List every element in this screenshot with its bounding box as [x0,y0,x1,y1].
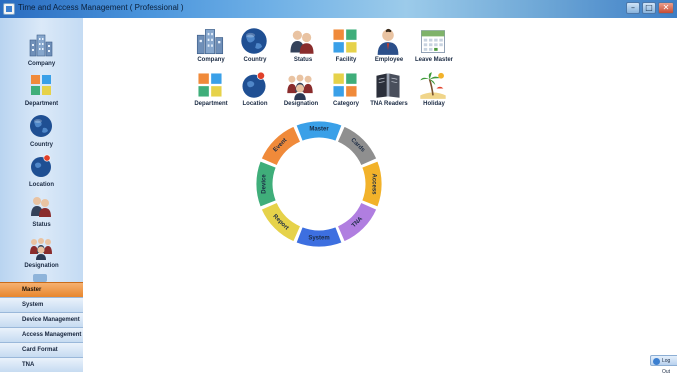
sidebar: Company Department Country Location Stat… [0,18,83,372]
designation-group-icon [30,238,52,260]
sidebar-item-status[interactable]: Status [0,193,83,233]
logout-label: Log Out [662,358,671,375]
nav-access-management[interactable]: Access Management [0,327,83,342]
tna-readers-book-icon [376,73,400,98]
wheel-label-system: System [308,236,329,242]
location-globe-pin-icon [31,154,51,177]
company-building-icon [29,34,53,57]
wheel-label-device: Device [262,174,268,194]
sidebar-item-company[interactable]: Company [0,32,83,72]
sidebar-item-label: Department [24,101,59,107]
sidebar-item-location[interactable]: Location [0,153,83,193]
country-globe-icon [241,28,267,54]
toolbar-label: Leave Master [414,57,454,63]
holiday-beach-icon [420,72,446,99]
close-button[interactable]: ✕ [658,2,674,14]
country-globe-icon [30,115,52,137]
minimize-button[interactable]: – [626,2,640,14]
toolbar-leave-master-button[interactable]: Leave Master [404,26,464,66]
sidebar-item-label: Location [29,182,54,188]
category-blocks-icon [333,73,357,97]
sidebar-item-department[interactable]: Department [0,72,83,112]
department-blocks-icon [31,75,51,95]
nav-device-management[interactable]: Device Management [0,312,83,327]
company-building-icon [196,29,224,55]
leave-calendar-icon [421,30,445,53]
facility-blocks-icon [333,29,357,53]
nav-card-format[interactable]: Card Format [0,342,83,357]
designation-group-icon [287,74,313,100]
nav-system[interactable]: System [0,297,83,312]
wheel-label-master: Master [309,127,329,133]
logout-button[interactable]: Log Out [650,355,677,375]
logout-icon [653,358,660,365]
department-blocks-icon [198,73,222,97]
maximize-button[interactable]: □ [642,2,656,14]
status-people-icon [290,30,314,54]
sidebar-item-label: Status [32,222,51,228]
nav-tna[interactable]: TNA [0,357,83,372]
wheel-center [274,139,364,229]
sidebar-item-label: Designation [24,263,59,269]
toolbar-holiday-button[interactable]: Holiday [404,70,464,110]
window-title: Time and Access Management ( Professiona… [18,3,184,12]
employee-person-icon [377,28,399,55]
nav-master[interactable]: Master [0,282,83,297]
toolbar-label: Holiday [423,101,445,107]
app-icon [3,3,15,15]
title-bar: Time and Access Management ( Professiona… [0,0,677,18]
wheel-label-access: Access [371,173,377,195]
module-wheel: MasterCardsAccessTNASystemReportDeviceEv… [255,120,383,248]
status-people-icon [31,197,51,217]
sidebar-scroll-handle[interactable] [33,274,47,282]
sidebar-item-designation[interactable]: Designation [0,234,83,274]
sidebar-icon-list: Company Department Country Location Stat… [0,18,83,282]
sidebar-item-country[interactable]: Country [0,113,83,153]
location-globe-pin-icon [242,71,266,98]
sidebar-item-label: Company [27,61,56,67]
sidebar-item-label: Country [30,142,53,148]
